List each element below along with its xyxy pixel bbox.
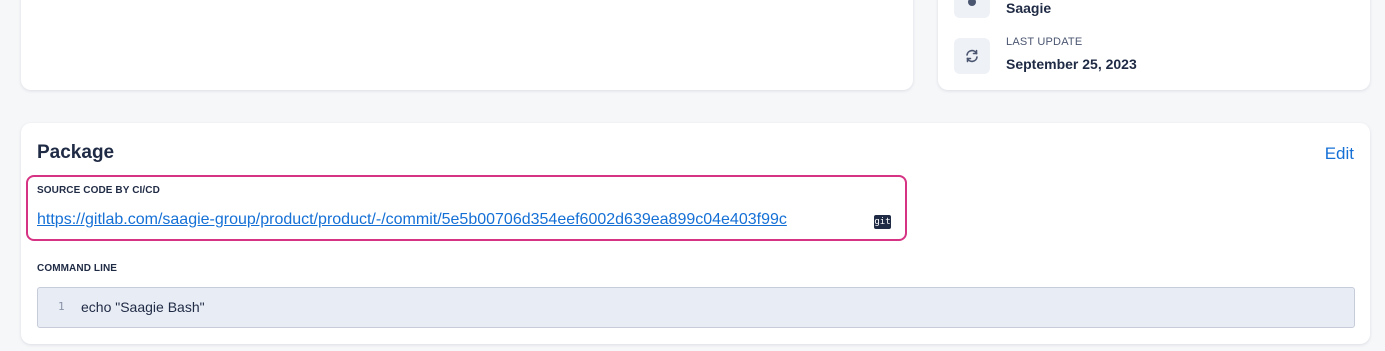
command-line-label: COMMAND LINE [37, 263, 118, 274]
last-update-value: September 25, 2023 [1006, 56, 1137, 72]
package-title: Package [37, 142, 115, 163]
source-code-link[interactable]: https://gitlab.com/saagie-group/product/… [37, 211, 787, 229]
last-update-label: LAST UPDATE [1006, 36, 1083, 48]
refresh-icon [954, 38, 990, 74]
source-code-label: SOURCE CODE BY CI/CD [37, 185, 160, 196]
details-card [21, 0, 913, 90]
person-icon [954, 0, 990, 18]
metadata-card: Saagie LAST UPDATE September 25, 2023 [938, 0, 1370, 90]
owner-value: Saagie [1006, 0, 1052, 16]
package-card: Package Edit SOURCE CODE BY CI/CD https:… [21, 123, 1370, 344]
command-line-editor[interactable]: 1 echo "Saagie Bash" [37, 287, 1355, 328]
line-number: 1 [58, 300, 65, 313]
code-line[interactable]: echo "Saagie Bash" [81, 299, 205, 315]
edit-link[interactable]: Edit [1325, 144, 1354, 164]
git-icon: git [874, 215, 891, 229]
